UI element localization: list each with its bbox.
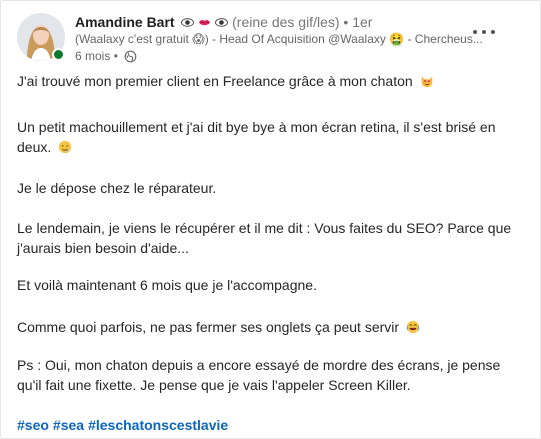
cat-heart-eyes-icon (421, 76, 432, 88)
laughing-icon (406, 320, 420, 334)
post-time: 6 mois (75, 49, 111, 63)
separator: • (343, 14, 349, 30)
online-status-dot (52, 48, 65, 61)
post-text: Et voilà maintenant 6 mois que je l'acco… (17, 277, 317, 293)
author-avatar[interactable] (17, 13, 65, 61)
post-paragraph: Un petit machouillement et j'ai dit bye … (17, 117, 522, 157)
post-paragraph: Je le dépose chez le réparateur. (17, 178, 522, 198)
post-paragraph: Et voilà maintenant 6 mois que je l'acco… (17, 275, 522, 295)
eye-icon (181, 18, 195, 27)
author-name[interactable]: Amandine Bart (75, 14, 175, 30)
hashtags: #seo #sea #leschatonscestlavie (17, 415, 522, 435)
hashtag-link[interactable]: #seo (17, 417, 49, 433)
globe-icon (124, 50, 137, 63)
post-text: Ps : Oui, mon chaton depuis a encore ess… (17, 357, 501, 393)
author-headline: (Waalaxy c'est gratuit 😱) - Head Of Acqu… (75, 32, 483, 46)
drooling-face-icon (59, 140, 72, 154)
eye-icon (215, 18, 229, 27)
hashtag-link[interactable]: #leschatonscestlavie (88, 417, 228, 433)
author-pronoun-note: (reine des gif/les) (232, 14, 340, 30)
more-options-icon[interactable] (473, 25, 495, 39)
author-meta: Amandine Bart (reine des gif/les) • 1er … (75, 13, 505, 65)
post-card: Amandine Bart (reine des gif/les) • 1er … (0, 0, 541, 439)
post-paragraph: Ps : Oui, mon chaton depuis a encore ess… (17, 355, 522, 395)
post-paragraph: Comme quoi parfois, ne pas fermer ses on… (17, 317, 522, 337)
post-paragraph: Le lendemain, je viens le récupérer et i… (17, 218, 522, 258)
post-text: Je le dépose chez le réparateur. (17, 180, 217, 196)
post-time-line: 6 mois • (75, 48, 505, 65)
separator: • (113, 49, 118, 63)
lips-icon (199, 20, 211, 26)
post-text: Comme quoi parfois, ne pas fermer ses on… (17, 319, 400, 335)
post-header: Amandine Bart (reine des gif/les) • 1er … (17, 13, 517, 67)
connection-degree: 1er (352, 14, 373, 30)
post-text: J'ai trouvé mon premier client en Freela… (17, 73, 413, 89)
post-text: Le lendemain, je viens le récupérer et i… (17, 220, 512, 256)
post-text: Un petit machouillement et j'ai dit bye … (17, 119, 496, 155)
post-paragraph: J'ai trouvé mon premier client en Freela… (17, 71, 522, 91)
hashtag-link[interactable]: #sea (53, 417, 84, 433)
author-name-line: Amandine Bart (reine des gif/les) • 1er (75, 13, 505, 31)
